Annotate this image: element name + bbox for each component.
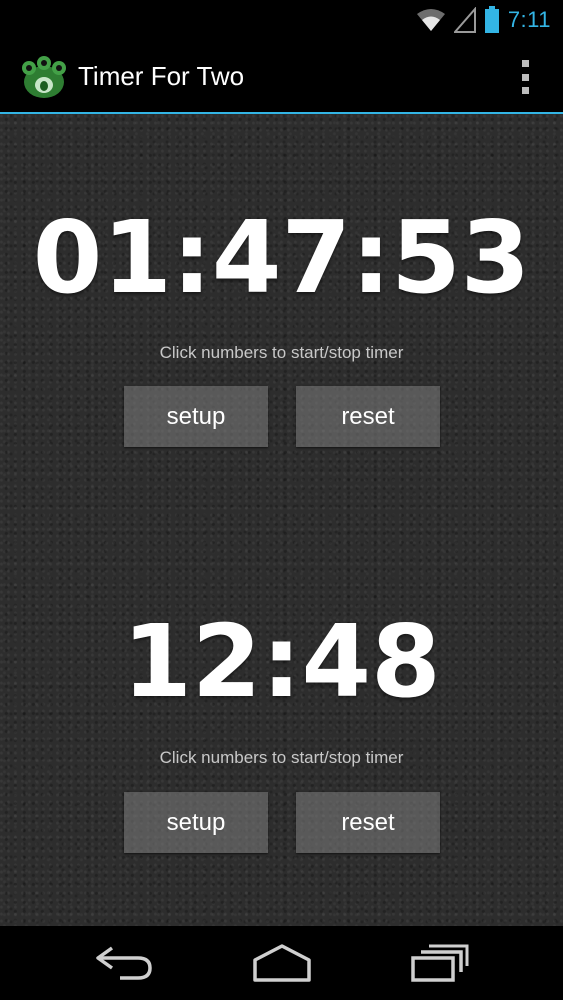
- timer-content: 01:47:53 Click numbers to start/stop tim…: [0, 114, 563, 926]
- timer-one-setup-button[interactable]: setup: [124, 386, 268, 447]
- timer-one-hint: Click numbers to start/stop timer: [159, 343, 404, 362]
- action-bar: Timer For Two: [0, 40, 563, 114]
- home-icon[interactable]: [247, 942, 317, 984]
- recent-apps-icon[interactable]: [405, 942, 475, 984]
- app-title: Timer For Two: [78, 61, 245, 91]
- status-icons: 7:11: [416, 6, 551, 34]
- signal-icon: [453, 7, 476, 33]
- navigation-bar: [0, 926, 563, 1000]
- timer-one-display[interactable]: 01:47:53: [0, 198, 563, 318]
- timer-one-reset-button[interactable]: reset: [296, 386, 440, 447]
- timer-two-reset-button[interactable]: reset: [296, 792, 440, 853]
- back-icon[interactable]: [90, 942, 160, 984]
- wifi-icon: [416, 9, 445, 31]
- timer-two-display[interactable]: 12:48: [0, 602, 563, 722]
- timer-two-hint: Click numbers to start/stop timer: [159, 748, 404, 767]
- timer-two-setup-button[interactable]: setup: [124, 792, 268, 853]
- clock: 7:11: [507, 7, 551, 32]
- battery-icon: [484, 6, 499, 33]
- overflow-menu-icon[interactable]: [517, 60, 533, 94]
- status-bar: 7:11: [0, 0, 563, 40]
- frog-icon[interactable]: [20, 52, 68, 100]
